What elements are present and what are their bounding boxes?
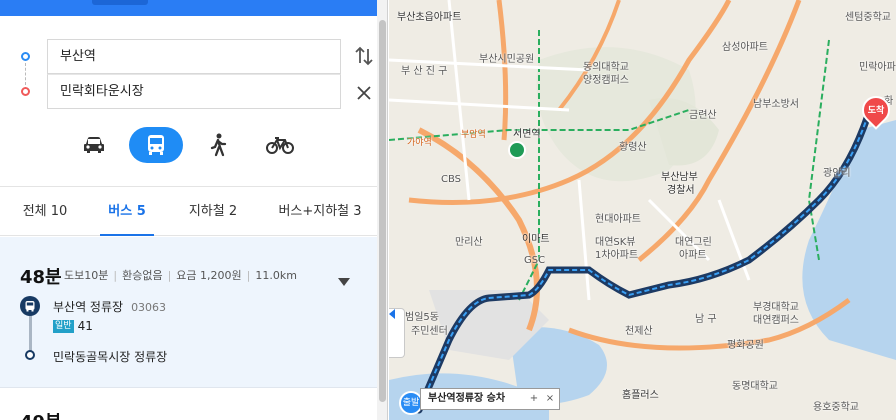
route-connector-line xyxy=(25,63,26,85)
bike-icon xyxy=(266,137,294,154)
chevron-down-icon xyxy=(338,278,350,286)
map-label: 용호중학교 xyxy=(813,402,859,413)
top-bar xyxy=(0,0,387,16)
map-label: 동명대학교 xyxy=(732,381,778,392)
tab-bus-subway[interactable]: 버스+지하철 3 xyxy=(270,187,370,236)
popup-close-button[interactable]: × xyxy=(544,389,556,409)
next-route-duration: 49분 xyxy=(20,408,62,420)
map-label: CBS xyxy=(441,174,462,185)
mode-car-button[interactable] xyxy=(67,127,121,163)
map-label: 범일5동 xyxy=(405,312,439,323)
destination-input[interactable]: 민락회타운시장 xyxy=(47,74,341,109)
route-summary: 도보10분 | 환승없음 | 요금 1,200원 | 11.0km xyxy=(64,269,297,282)
clear-button[interactable] xyxy=(354,83,374,103)
tab-subway[interactable]: 지하철 2 xyxy=(176,187,250,236)
map-label: 민락아파 xyxy=(859,62,896,73)
chevron-left-icon xyxy=(389,309,395,319)
map-label: 대연캠퍼스 xyxy=(753,315,799,326)
origin-input[interactable]: 부산역 xyxy=(47,39,341,74)
destination-dot-icon xyxy=(21,87,30,96)
map-label: 1차아파트 xyxy=(595,250,639,261)
map-view[interactable]: 부산초읍아파트 부산시민공원 부 산 진 구 동의대학교 양정캠퍼스 삼성아파트… xyxy=(389,0,896,420)
end-stop-name: 민락동골목시장 정류장 xyxy=(53,350,168,364)
timeline-line xyxy=(29,316,32,351)
map-label: 부산초읍아파트 xyxy=(397,12,462,23)
map-label: 경찰서 xyxy=(667,185,695,196)
map-label: 주민센터 xyxy=(411,326,448,337)
bus-number: 41 xyxy=(77,319,93,333)
swap-icon xyxy=(355,46,373,66)
swap-button[interactable] xyxy=(353,44,375,68)
map-label: 부산시민공원 xyxy=(479,54,535,65)
mode-walk-button[interactable] xyxy=(191,127,245,163)
boarding-popup-label: 부산역정류장 승차 xyxy=(428,393,506,404)
destination-marker-label: 도착 xyxy=(867,106,885,116)
map-label: 가야역 xyxy=(407,138,432,148)
map-label: 홈플러스 xyxy=(622,390,659,401)
end-stop-dot xyxy=(25,350,35,360)
start-stop-id: 03063 xyxy=(131,301,167,314)
bus-icon xyxy=(148,135,164,155)
map-label: 삼성아파트 xyxy=(722,42,768,53)
mode-bus-button[interactable] xyxy=(129,127,183,163)
mode-bike-button[interactable] xyxy=(253,127,307,163)
bus-badge-icon xyxy=(20,296,40,316)
tab-all[interactable]: 전체 10 xyxy=(10,187,80,236)
bus-line: 일반 41 xyxy=(53,319,93,333)
zoom-plus-button[interactable]: + xyxy=(528,389,540,409)
origin-dot-icon xyxy=(21,52,30,61)
transfer-count: 환승없음 xyxy=(122,269,163,282)
map-label: 양정캠퍼스 xyxy=(583,75,629,86)
collapse-panel-button[interactable] xyxy=(389,308,405,358)
distance: 11.0km xyxy=(255,269,297,282)
map-label: 서면역 xyxy=(513,129,541,140)
map-label: 만리산 xyxy=(455,237,483,248)
close-icon xyxy=(357,86,371,100)
map-label: 금련산 xyxy=(689,110,717,121)
bus-type-badge: 일반 xyxy=(53,319,74,333)
tab-bus[interactable]: 버스 5 xyxy=(100,187,154,236)
map-label: 부 산 진 구 xyxy=(401,66,448,77)
map-canvas xyxy=(389,0,896,420)
start-stop-name: 부산역 정류장 xyxy=(53,300,124,314)
boarding-popup[interactable]: 부산역정류장 승차 + × xyxy=(420,388,560,410)
walk-time: 도보10분 xyxy=(64,269,109,282)
map-label: 남부소방서 xyxy=(753,99,799,110)
map-label: 센텀중학교 xyxy=(845,12,891,23)
map-label: 평화공원 xyxy=(727,340,764,351)
map-label: 아파트 xyxy=(679,250,707,261)
map-label: 남 구 xyxy=(695,314,717,325)
scrollbar-thumb[interactable] xyxy=(379,20,386,402)
fare: 요금 1,200원 xyxy=(176,269,242,282)
map-label: 광안리 xyxy=(823,168,851,179)
map-label: 천제산 xyxy=(625,326,653,337)
directions-panel: 부산역 민락회타운시장 전체 10 버스 5 지하철 2 버스+지하철 3 48… xyxy=(0,0,388,420)
map-label: GSC xyxy=(524,255,546,266)
start-stop: 부산역 정류장 03063 xyxy=(53,298,166,315)
car-icon xyxy=(84,137,104,153)
map-label: 부암역 xyxy=(461,130,486,140)
expand-button[interactable] xyxy=(338,271,350,286)
map-label: 이마트 xyxy=(522,234,550,245)
map-label: 현대아파트 xyxy=(595,214,641,225)
active-tab-indicator xyxy=(92,0,148,5)
route-result-card[interactable]: 48분 도보10분 | 환승없음 | 요금 1,200원 | 11.0km 부산역 정류장 0… xyxy=(0,237,378,388)
station-marker-icon[interactable] xyxy=(508,141,526,159)
walk-icon xyxy=(210,133,227,157)
route-type-tabs: 전체 10 버스 5 지하철 2 버스+지하철 3 xyxy=(0,186,378,236)
route-duration: 48분 xyxy=(20,267,62,288)
map-label: 황령산 xyxy=(619,142,647,153)
